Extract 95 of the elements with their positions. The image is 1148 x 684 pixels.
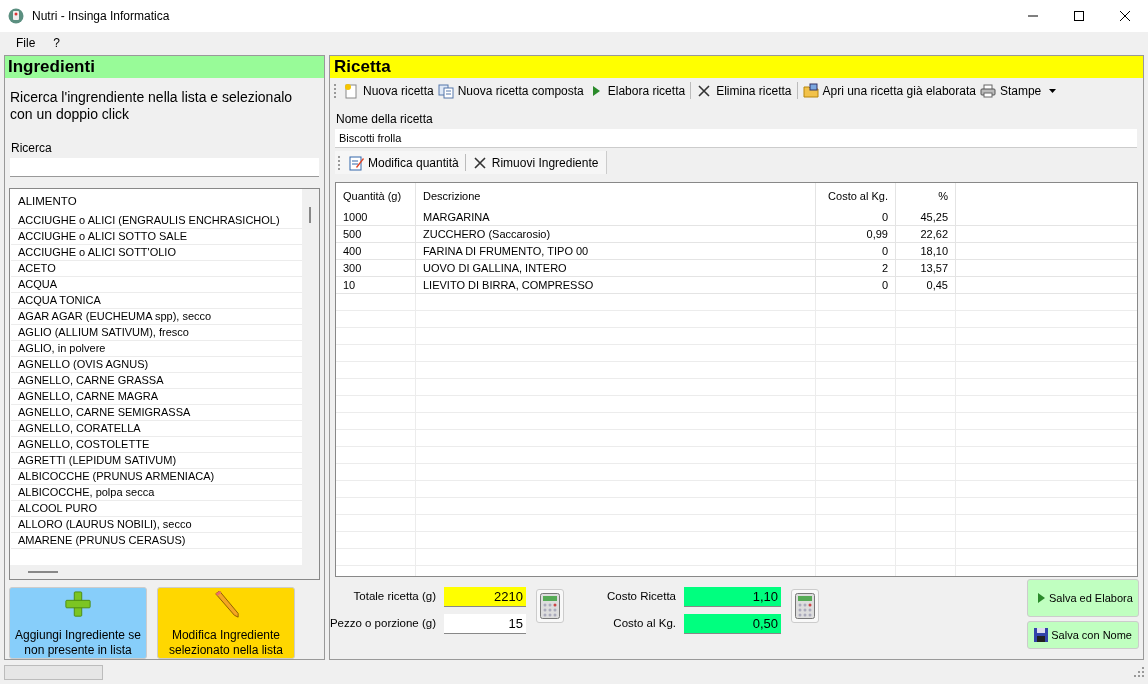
table-cell: 18,10 — [896, 243, 956, 259]
add-ingredient-button[interactable]: Aggiungi Ingrediente se non presente in lista — [9, 587, 147, 659]
list-item[interactable]: AGAR AGAR (EUCHEUMA spp), secco — [11, 308, 302, 325]
plus-icon — [63, 591, 93, 619]
calculator-icon — [540, 593, 560, 619]
app-icon — [8, 8, 24, 24]
field-label: Totale ricetta (g) — [353, 589, 436, 605]
column-header[interactable]: Quantità (g) — [336, 183, 416, 209]
toolbar-button[interactable]: Rimuovi Ingrediente — [469, 153, 601, 172]
toolbar-button[interactable]: Stampe — [978, 81, 1058, 100]
new-document-icon — [343, 82, 359, 99]
table-cell: MARGARINA — [416, 209, 816, 225]
list-item[interactable]: ALCOOL PURO — [11, 500, 302, 517]
vertical-scrollbar[interactable] — [302, 188, 319, 565]
resize-grip-icon — [1134, 667, 1144, 677]
field-label: Costo Ricetta — [606, 589, 676, 605]
list-item[interactable]: ALBICOCCHE, polpa secca — [11, 484, 302, 501]
table-cell: 22,62 — [896, 226, 956, 242]
column-header[interactable]: Descrizione — [416, 183, 816, 209]
save-and-process-button[interactable]: Salva ed Elabora — [1027, 579, 1139, 617]
menu-item[interactable]: ? — [45, 34, 69, 52]
table-cell: ZUCCHERO (Saccarosio) — [416, 226, 816, 242]
column-header: ALIMENTO — [17, 193, 78, 209]
table-cell: 13,57 — [896, 260, 956, 276]
calculator-icon — [795, 593, 815, 619]
printer-icon — [979, 82, 996, 99]
value-field[interactable]: 0,50 — [684, 614, 781, 634]
toolbar-button[interactable]: Nuova ricetta — [342, 81, 435, 100]
list-item[interactable]: ACETO — [11, 260, 302, 277]
toolbar-button[interactable]: Apri una ricetta già elaborata — [801, 81, 977, 100]
table-cell: 10 — [336, 277, 416, 293]
table-cell: 400 — [336, 243, 416, 259]
table-cell: 500 — [336, 226, 416, 242]
edit-document-icon — [348, 154, 364, 171]
table-cell: 0 — [816, 277, 896, 293]
search-label: Ricerca — [10, 139, 53, 156]
list-item[interactable]: ACQUA TONICA — [11, 292, 302, 309]
list-item[interactable]: AGNELLO (OVIS AGNUS) — [11, 356, 302, 373]
table-cell: 300 — [336, 260, 416, 276]
table-cell: 2 — [816, 260, 896, 276]
list-item[interactable]: AGNELLO, CORATELLA — [11, 420, 302, 437]
save-as-button[interactable]: Salva con Nome — [1027, 621, 1139, 649]
menu-item[interactable]: File — [8, 34, 44, 52]
list-item[interactable]: ALLORO (LAURUS NOBILI), secco — [11, 516, 302, 533]
table-cell: 0 — [816, 209, 896, 225]
table-cell: FARINA DI FRUMENTO, TIPO 00 — [416, 243, 816, 259]
list-item[interactable]: AGNELLO, CARNE SEMIGRASSA — [11, 404, 302, 421]
instructions-text: Ricerca l'ingrendiente nella lista e selezionalo con un doppio click — [9, 88, 294, 124]
calculator-button[interactable] — [536, 589, 564, 623]
table-cell: 0 — [816, 243, 896, 259]
edit-ingredient-button[interactable]: Modifica Ingrediente selezionato nella lista — [157, 587, 295, 659]
caret-icon — [1049, 88, 1057, 93]
list-item[interactable]: ACCIUGHE o ALICI SOTTO SALE — [11, 228, 302, 245]
horizontal-scrollbar[interactable] — [10, 565, 319, 579]
list-item[interactable]: AMARENE (PRUNUS CERASUS) — [11, 532, 302, 549]
list-item[interactable]: ACCIUGHE o ALICI (ENGRAULIS ENCHRASICHOL) — [11, 212, 302, 229]
panel-title: Ricetta — [330, 56, 1143, 78]
table-cell: 0,45 — [896, 277, 956, 293]
column-header[interactable]: % — [896, 183, 956, 209]
toolbar-button[interactable]: Modifica quantità — [346, 153, 461, 172]
list-item[interactable]: ACQUA — [11, 276, 302, 293]
list-item[interactable]: AGNELLO, COSTOLETTE — [11, 436, 302, 453]
list-item[interactable]: ALBICOCCHE (PRUNUS ARMENIACA) — [11, 468, 302, 485]
value-field[interactable]: 1,10 — [684, 587, 781, 607]
toolbar-button[interactable]: Elimina ricetta — [695, 81, 793, 100]
list-item[interactable]: AGLIO (ALLIUM SATIVUM), fresco — [11, 324, 302, 341]
list-item[interactable]: AGLIO, in polvere — [11, 340, 302, 357]
column-header[interactable]: Costo al Kg. — [816, 183, 896, 209]
toolbar-button[interactable]: Elabora ricetta — [586, 81, 687, 100]
list-item[interactable]: ACCIUGHE o ALICI SOTT'OLIO — [11, 244, 302, 261]
recipe-name-field[interactable]: Biscotti frolla — [335, 129, 1137, 148]
maximize-icon — [1074, 11, 1084, 21]
panel-title: Ingredienti — [5, 56, 324, 78]
calculator-button[interactable] — [791, 589, 819, 623]
list-item[interactable]: AGRETTI (LEPIDUM SATIVUM) — [11, 452, 302, 469]
list-item[interactable]: AGNELLO, CARNE MAGRA — [11, 388, 302, 405]
list-item[interactable]: AGNELLO, CARNE GRASSA — [11, 372, 302, 389]
field-label: Costo al Kg. — [613, 616, 676, 632]
table-cell: 0,99 — [816, 226, 896, 242]
folder-icon — [802, 82, 819, 99]
table-cell: UOVO DI GALLINA, INTERO — [416, 260, 816, 276]
recipe-name-label: Nome della ricetta — [335, 111, 434, 127]
close-icon — [471, 154, 488, 171]
search-field[interactable] — [10, 157, 319, 177]
value-field[interactable]: 2210 — [444, 587, 526, 607]
field-label: Pezzo o porzione (g) — [329, 616, 436, 632]
table-cell: 1000 — [336, 209, 416, 225]
table-cell: 45,25 — [896, 209, 956, 225]
value-field[interactable]: 15 — [444, 614, 526, 634]
table-cell: LIEVITO DI BIRRA, COMPRESSO — [416, 277, 816, 293]
close-icon — [696, 82, 713, 99]
close-icon — [1120, 11, 1130, 21]
window-title: Nutri - Insinga Informatica — [32, 8, 170, 25]
documents-icon — [437, 82, 454, 99]
toolbar-button[interactable]: Nuova ricetta composta — [436, 81, 585, 100]
